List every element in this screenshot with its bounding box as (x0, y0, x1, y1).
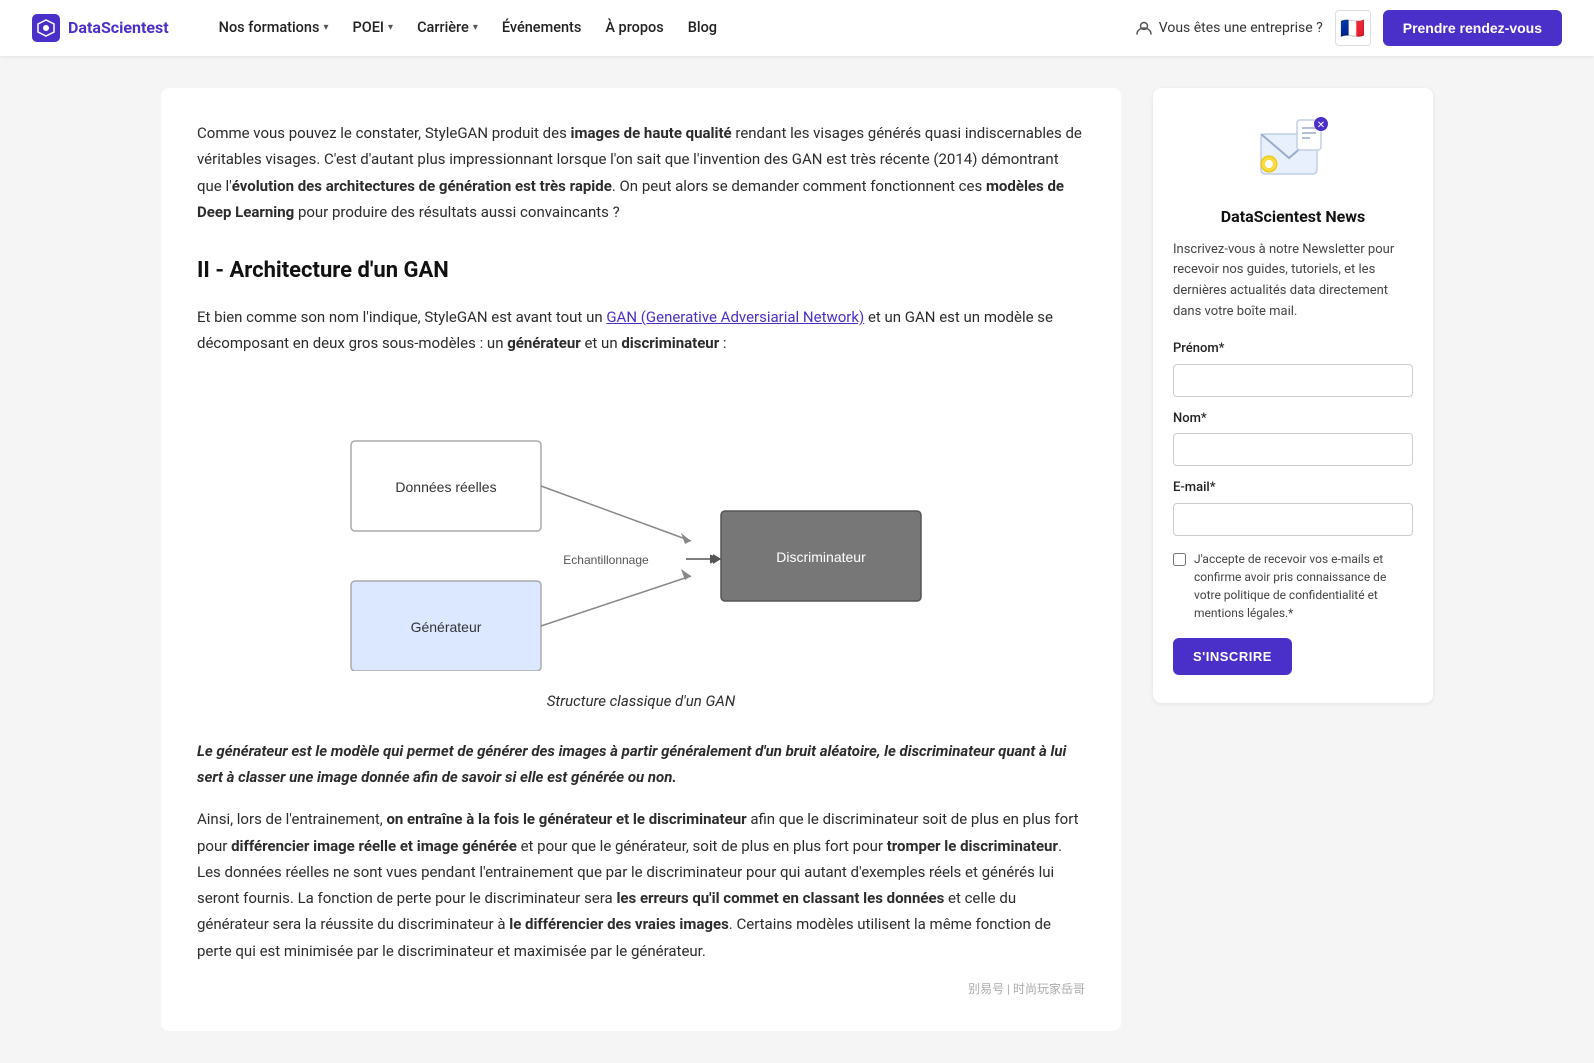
nom-label: Nom* (1173, 409, 1413, 430)
email-input[interactable] (1173, 503, 1413, 536)
nav-poei[interactable]: POEI ▾ (342, 10, 403, 45)
nav-apropos[interactable]: À propos (595, 10, 673, 45)
blockquote: Le générateur est le modèle qui permet d… (197, 738, 1085, 791)
nav-carriere[interactable]: Carrière ▾ (407, 10, 488, 45)
svg-text:Données réelles: Données réelles (395, 479, 496, 495)
language-flag[interactable]: 🇫🇷 (1335, 10, 1371, 46)
svg-text:Générateur: Générateur (411, 619, 482, 635)
prenom-input[interactable] (1173, 364, 1413, 397)
consent-row: J'accepte de recevoir vos e-mails et con… (1173, 550, 1413, 622)
nav-right: Vous êtes une entreprise ? 🇫🇷 Prendre re… (1135, 10, 1562, 46)
gan-link[interactable]: GAN (Generative Adversiarial Network) (606, 308, 864, 326)
subscribe-button[interactable]: S'INSCRIRE (1173, 638, 1292, 675)
training-paragraph: Ainsi, lors de l'entrainement, on entraî… (197, 806, 1085, 964)
logo[interactable]: DataScientest (32, 14, 169, 42)
cta-button[interactable]: Prendre rendez-vous (1383, 10, 1562, 46)
watermark: 别易号 | 时尚玩家岳哥 (197, 980, 1085, 999)
page-layout: Comme vous pouvez le constater, StyleGAN… (137, 56, 1457, 1063)
newsletter-description: Inscrivez-vous à notre Newsletter pour r… (1173, 240, 1413, 323)
prenom-label: Prénom* (1173, 339, 1413, 360)
sidebar: ✕ DataScientest News Inscrivez-vous à no… (1153, 88, 1433, 703)
svg-text:Discriminateur: Discriminateur (776, 549, 866, 565)
diagram-container: Données réelles Générateur Discriminateu… (197, 381, 1085, 714)
checkbox-label: J'accepte de recevoir vos e-mails et con… (1194, 550, 1413, 622)
chevron-down-icon: ▾ (473, 20, 478, 36)
email-group: E-mail* (1173, 478, 1413, 536)
chevron-down-icon: ▾ (388, 20, 393, 36)
newsletter-icon: ✕ (1253, 112, 1333, 192)
nav-formations[interactable]: Nos formations ▾ (209, 10, 339, 45)
enterprise-icon (1135, 19, 1153, 37)
navbar: DataScientest Nos formations ▾ POEI ▾ Ca… (0, 0, 1594, 56)
intro-paragraph: Comme vous pouvez le constater, StyleGAN… (197, 120, 1085, 225)
section-title: II - Architecture d'un GAN (197, 253, 1085, 288)
newsletter-card: ✕ DataScientest News Inscrivez-vous à no… (1153, 88, 1433, 703)
chevron-down-icon: ▾ (323, 20, 328, 36)
section-paragraph: Et bien comme son nom l'indique, StyleGA… (197, 304, 1085, 357)
nom-group: Nom* (1173, 409, 1413, 467)
nav-links: Nos formations ▾ POEI ▾ Carrière ▾ Événe… (209, 10, 1107, 45)
nav-evenements[interactable]: Événements (492, 10, 591, 45)
newsletter-title: DataScientest News (1173, 204, 1413, 230)
diagram-caption: Structure classique d'un GAN (197, 688, 1085, 714)
prenom-group: Prénom* (1173, 339, 1413, 397)
main-content: Comme vous pouvez le constater, StyleGAN… (161, 88, 1121, 1031)
email-label: E-mail* (1173, 478, 1413, 499)
enterprise-link[interactable]: Vous êtes une entreprise ? (1135, 17, 1323, 39)
nom-input[interactable] (1173, 433, 1413, 466)
consent-checkbox[interactable] (1173, 553, 1186, 566)
svg-text:✕: ✕ (1317, 120, 1325, 131)
nav-blog[interactable]: Blog (678, 10, 727, 45)
svg-text:Echantillonnage: Echantillonnage (563, 553, 649, 567)
